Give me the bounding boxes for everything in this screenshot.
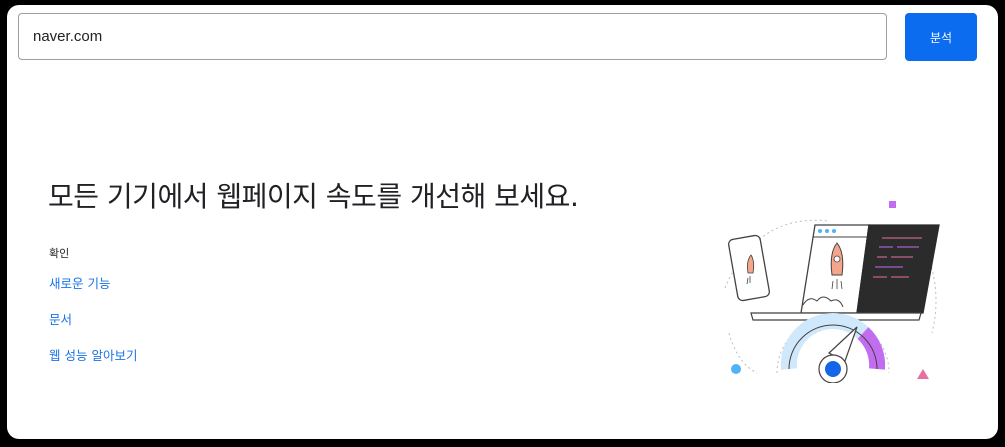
- link-learn-web-performance[interactable]: 웹 성능 알아보기: [49, 345, 137, 364]
- laptop-icon: [750, 224, 940, 321]
- purple-square-icon: [889, 201, 896, 208]
- link-whats-new[interactable]: 새로운 기능: [49, 273, 110, 292]
- speed-gauge-icon: [776, 313, 890, 383]
- blue-dot-icon: [731, 364, 741, 374]
- speed-illustration: [724, 201, 940, 383]
- phone-icon: [728, 234, 770, 302]
- page-headline: 모든 기기에서 웹페이지 속도를 개선해 보세요.: [48, 180, 579, 213]
- links-section-label: 확인: [49, 247, 70, 260]
- browser-frame: 분석 모든 기기에서 웹페이지 속도를 개선해 보세요. 확인 새로운 기능 문…: [7, 5, 998, 439]
- link-documentation[interactable]: 문서: [49, 309, 72, 328]
- pink-triangle-icon: [917, 369, 929, 379]
- analyze-button[interactable]: 분석: [905, 13, 977, 61]
- url-input[interactable]: [18, 13, 887, 60]
